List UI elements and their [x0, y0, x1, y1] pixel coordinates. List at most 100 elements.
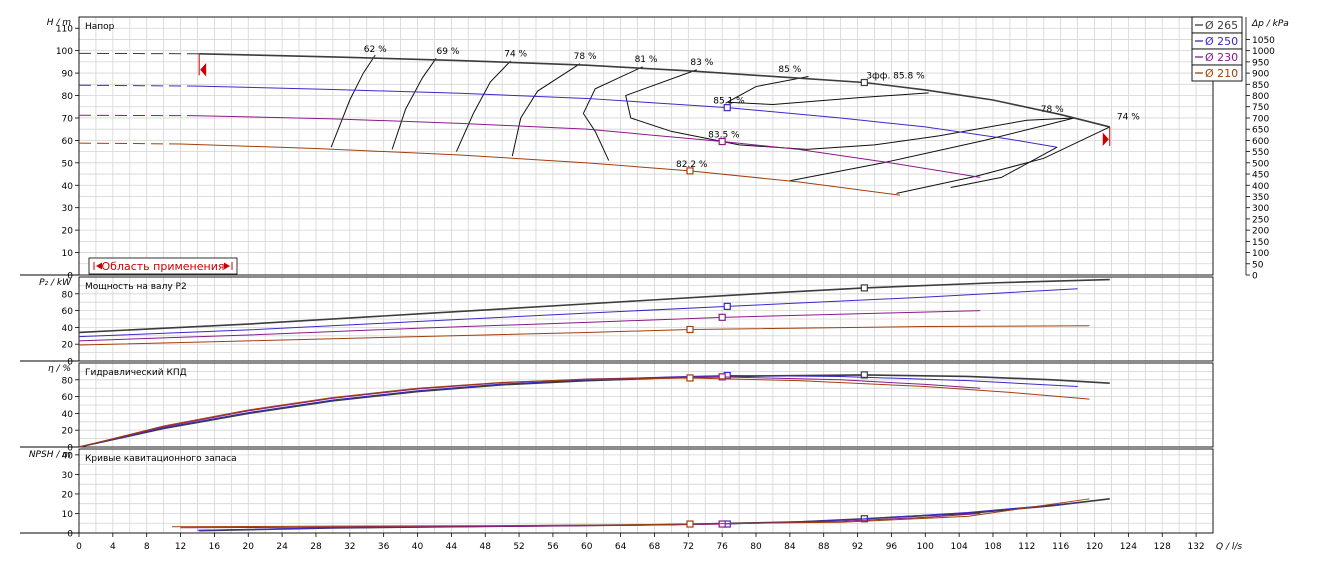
panel-title: Гидравлический КПД: [85, 368, 187, 378]
series-line: [78, 278, 1110, 334]
application-range-label: Область применения: [102, 260, 225, 273]
x-tick-label: 56: [547, 542, 559, 552]
panel-power: 020406080P₂ / kW Мощность на валу P2: [20, 276, 1214, 368]
right-tick-label: 850: [1252, 81, 1269, 91]
y-axis-label: NPSH / m: [29, 450, 71, 460]
right-tick-label: 900: [1252, 70, 1269, 80]
x-tick-label: 124: [1120, 542, 1137, 552]
panel-npsh: 010203040NPSH / m Кривые кавитационного з…: [20, 448, 1214, 540]
y-tick-label: 80: [62, 92, 74, 102]
bep-marker: [686, 520, 694, 528]
efficiency-isoline-label: 78 %: [574, 52, 597, 62]
bep-marker: [718, 313, 726, 321]
right-axis-label: Δp / kPa: [1251, 19, 1289, 29]
x-tick-label: 0: [76, 542, 82, 552]
bep-marker: [723, 302, 731, 310]
x-tick-label: 92: [852, 542, 863, 552]
y-tick-label: 20: [62, 490, 74, 500]
efficiency-isoline-label: 85 %: [778, 65, 801, 75]
right-tick-label: 700: [1252, 114, 1269, 124]
x-tick-label: 44: [446, 542, 458, 552]
right-tick-label: 950: [1252, 58, 1269, 68]
efficiency-isoline-label: 69 %: [437, 47, 460, 57]
x-tick-label: 68: [649, 542, 661, 552]
legend-item-label: Ø 230: [1205, 51, 1238, 64]
right-tick-label: 0: [1252, 272, 1258, 282]
panel-title: Кривые кавитационного запаса: [85, 454, 237, 464]
right-tick-label: 200: [1252, 227, 1269, 237]
x-tick-label: 24: [276, 542, 288, 552]
y-tick-label: 40: [62, 182, 74, 192]
series-line: [78, 288, 1078, 338]
efficiency-isoline-label: 74 %: [1117, 112, 1140, 122]
y-tick-label: 60: [62, 137, 74, 147]
legend-item-label: Ø 265: [1205, 19, 1238, 32]
y-axis-label: P₂ / kW: [39, 278, 72, 288]
panel-frame: [78, 448, 1214, 534]
x-tick-label: 52: [513, 542, 524, 552]
y-tick-label: 10: [62, 510, 74, 520]
pump-performance-chart: 0102030405060708090100110H / m Напор05010…: [20, 16, 1289, 552]
panel-title: Напор: [85, 22, 115, 32]
x-tick-label: 80: [750, 542, 762, 552]
right-tick-label: 450: [1252, 171, 1269, 181]
x-tick-label: 76: [716, 542, 728, 552]
right-tick-label: 50: [1252, 260, 1264, 270]
x-tick-label: 4: [110, 542, 116, 552]
x-tick-label: 16: [209, 542, 221, 552]
right-tick-label: 250: [1252, 215, 1269, 225]
x-tick-label: 112: [1018, 542, 1035, 552]
series-line: [78, 374, 1110, 448]
x-axis-label: Q / l/s: [1216, 542, 1242, 552]
y-tick-label: 20: [62, 427, 74, 437]
efficiency-isoline: [789, 117, 1075, 182]
y-tick-label: 30: [62, 204, 74, 214]
x-tick-label: 116: [1052, 542, 1069, 552]
x-tick-label: 132: [1187, 542, 1204, 552]
right-tick-label: 650: [1252, 126, 1269, 136]
efficiency-isoline-label: 62 %: [364, 45, 387, 55]
y-tick-label: 60: [62, 307, 74, 317]
y-tick-label: 50: [62, 159, 74, 169]
panel-efficiency: 020406080η / % Гидравлический КПД: [20, 362, 1214, 454]
right-tick-label: 500: [1252, 159, 1269, 169]
x-tick-label: 28: [310, 542, 322, 552]
x-tick-label: 120: [1086, 542, 1103, 552]
right-tick-label: 550: [1252, 148, 1269, 158]
efficiency-isoline-label: 83 %: [690, 58, 713, 68]
series-line: [197, 115, 981, 178]
y-tick-label: 20: [62, 341, 74, 351]
x-tick-label: 8: [144, 542, 150, 552]
bep-label: 82.2 %: [676, 160, 708, 170]
x-tick-label: 72: [683, 542, 694, 552]
y-tick-label: 90: [62, 70, 74, 80]
x-tick-label: 64: [615, 542, 627, 552]
y-axis-label: H / m: [47, 18, 72, 28]
y-tick-label: 60: [62, 393, 74, 403]
y-tick-label: 30: [62, 471, 74, 481]
x-tick-label: 128: [1154, 542, 1171, 552]
right-tick-label: 400: [1252, 182, 1269, 192]
bep-label: 83.5 %: [708, 131, 740, 141]
y-tick-label: 70: [62, 114, 74, 124]
x-tick-label: 96: [886, 542, 898, 552]
x-tick-label: 48: [479, 542, 491, 552]
y-tick-label: 80: [62, 376, 74, 386]
right-tick-label: 750: [1252, 103, 1269, 113]
range-right-arrow-icon: [1102, 132, 1109, 146]
efficiency-isoline: [582, 66, 643, 161]
x-tick-label: 84: [784, 542, 796, 552]
x-tick-label: 20: [243, 542, 255, 552]
right-tick-label: 150: [1252, 238, 1269, 248]
panel-title: Мощность на валу P2: [85, 282, 187, 292]
right-tick-label: 800: [1252, 92, 1269, 102]
panel-head: 0102030405060708090100110H / m Напор05010…: [20, 16, 1289, 282]
efficiency-isoline: [950, 146, 1058, 188]
right-tick-label: 300: [1252, 204, 1269, 214]
y-tick-label: 10: [62, 249, 74, 259]
legend-item-label: Ø 210: [1205, 67, 1238, 80]
series-line: [172, 498, 1090, 528]
bep-marker: [686, 374, 694, 382]
y-tick-label: 0: [67, 530, 73, 540]
x-tick-label: 104: [951, 542, 968, 552]
